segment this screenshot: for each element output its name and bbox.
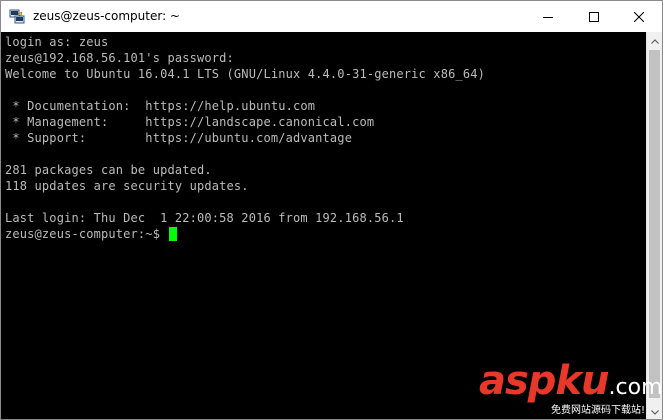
close-icon — [634, 11, 644, 22]
prompt-line[interactable]: zeus@zeus-computer:~$ — [5, 226, 485, 242]
close-button[interactable] — [616, 1, 662, 32]
terminal-output: login as: zeus zeus@192.168.56.101's pas… — [5, 34, 485, 242]
watermark-subtitle: 免费网站源码下载站! — [551, 405, 646, 416]
terminal-line: Welcome to Ubuntu 16.04.1 LTS (GNU/Linux… — [5, 67, 485, 81]
scroll-up-button[interactable] — [647, 32, 662, 48]
terminal-line: login as: zeus — [5, 35, 109, 49]
terminal-line: Last login: Thu Dec 1 22:00:58 2016 from… — [5, 211, 404, 225]
minimize-button[interactable] — [525, 1, 571, 32]
terminal-window: zeus@zeus-computer: ~ login as: zeus zeu… — [0, 0, 663, 420]
site-watermark: aspku.com 免费网站源码下载站! — [479, 358, 662, 419]
window-title: zeus@zeus-computer: ~ — [33, 9, 180, 23]
watermark-logo-suffix: .com — [608, 375, 663, 400]
minimize-icon — [543, 12, 553, 22]
terminal-line: * Support: https://ubuntu.com/advantage — [5, 131, 353, 145]
chevron-up-icon — [650, 31, 659, 49]
terminal-line: 118 updates are security updates. — [5, 179, 249, 193]
terminal-line: zeus@192.168.56.101's password: — [5, 51, 234, 65]
putty-terminal-icon[interactable] — [9, 8, 26, 25]
title-bar[interactable]: zeus@zeus-computer: ~ — [1, 1, 662, 32]
watermark-logo-main: aspku — [479, 358, 610, 404]
terminal-line: * Documentation: https://help.ubuntu.com — [5, 99, 316, 113]
text-cursor — [169, 227, 178, 241]
shell-prompt: zeus@zeus-computer:~$ — [5, 227, 168, 241]
terminal-line: * Management: https://landscape.canonica… — [5, 115, 375, 129]
scrollbar-thumb[interactable] — [649, 50, 660, 398]
maximize-button[interactable] — [571, 1, 617, 32]
maximize-icon — [589, 11, 599, 22]
terminal-line: 281 packages can be updated. — [5, 163, 212, 177]
